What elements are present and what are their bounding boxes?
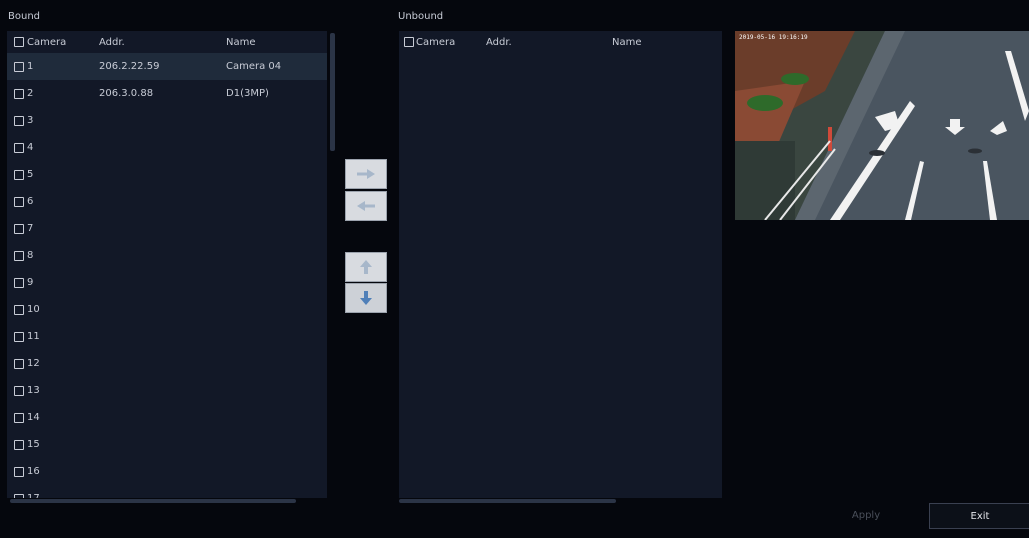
unbound-select-all-checkbox[interactable] [404, 37, 414, 47]
table-row[interactable]: 4 [7, 134, 327, 161]
street-scene-image [735, 31, 1029, 220]
exit-button[interactable]: Exit [929, 503, 1029, 529]
table-row[interactable]: 3 [7, 107, 327, 134]
cell-camera: 15 [27, 439, 40, 450]
table-row[interactable]: 9 [7, 269, 327, 296]
row-checkbox[interactable] [14, 386, 24, 396]
row-checkbox[interactable] [14, 467, 24, 477]
unbound-list[interactable]: Camera Addr. Name [399, 31, 722, 498]
cell-addr: 206.2.22.59 [99, 61, 160, 72]
cell-addr: 206.3.0.88 [99, 88, 154, 99]
table-row[interactable]: 16 [7, 458, 327, 485]
row-checkbox[interactable] [14, 143, 24, 153]
table-row[interactable]: 10 [7, 296, 327, 323]
table-row[interactable]: 11 [7, 323, 327, 350]
cell-name: D1(3MP) [226, 88, 269, 99]
move-to-bound-button[interactable] [345, 191, 387, 221]
row-checkbox[interactable] [14, 413, 24, 423]
table-row[interactable]: 7 [7, 215, 327, 242]
row-checkbox[interactable] [14, 116, 24, 126]
row-checkbox[interactable] [14, 359, 24, 369]
table-row[interactable]: 5 [7, 161, 327, 188]
bound-vertical-scrollbar[interactable] [330, 33, 335, 151]
unbound-header-addr[interactable]: Addr. [486, 37, 512, 48]
unbound-list-header: Camera Addr. Name [399, 31, 722, 53]
cell-camera: 3 [27, 115, 34, 126]
bound-header-name[interactable]: Name [226, 37, 256, 48]
bound-header-camera[interactable]: Camera [27, 37, 66, 48]
cell-camera: 6 [27, 196, 34, 207]
table-row[interactable]: 17 [7, 485, 327, 498]
table-row[interactable]: 14 [7, 404, 327, 431]
row-checkbox[interactable] [14, 251, 24, 261]
cell-camera: 1 [27, 61, 34, 72]
cell-camera: 13 [27, 385, 40, 396]
bound-list-header: Camera Addr. Name [7, 31, 327, 53]
row-checkbox[interactable] [14, 170, 24, 180]
cell-camera: 14 [27, 412, 40, 423]
unbound-header-name[interactable]: Name [612, 37, 642, 48]
table-row[interactable]: 2 206.3.0.88 D1(3MP) [7, 80, 327, 107]
unbound-header-camera[interactable]: Camera [416, 37, 455, 48]
bound-title: Bound [8, 11, 41, 22]
unbound-horizontal-scrollbar[interactable] [399, 499, 616, 503]
arrow-down-icon [360, 291, 372, 305]
cell-camera: 7 [27, 223, 34, 234]
cell-camera: 2 [27, 88, 34, 99]
table-row[interactable]: 1 206.2.22.59 Camera 04 [7, 53, 327, 80]
row-checkbox[interactable] [14, 332, 24, 342]
table-row[interactable]: 6 [7, 188, 327, 215]
cell-camera: 5 [27, 169, 34, 180]
cell-camera: 9 [27, 277, 34, 288]
camera-preview: 2019-05-16 19:16:19 [735, 31, 1029, 220]
apply-button[interactable]: Apply [816, 503, 916, 527]
table-row[interactable]: 12 [7, 350, 327, 377]
cell-camera: 16 [27, 466, 40, 477]
cell-name: Camera 04 [226, 61, 282, 72]
row-checkbox[interactable] [14, 89, 24, 99]
arrow-up-icon [360, 260, 372, 274]
row-checkbox[interactable] [14, 224, 24, 234]
bound-header-addr[interactable]: Addr. [99, 37, 125, 48]
move-to-unbound-button[interactable] [345, 159, 387, 189]
row-checkbox[interactable] [14, 62, 24, 72]
table-row[interactable]: 13 [7, 377, 327, 404]
row-checkbox[interactable] [14, 305, 24, 315]
move-down-button[interactable] [345, 283, 387, 313]
bound-list[interactable]: Camera Addr. Name 1 206.2.22.59 Camera 04 2… [7, 31, 327, 498]
move-up-button[interactable] [345, 252, 387, 282]
bound-select-all-checkbox[interactable] [14, 37, 24, 47]
row-checkbox[interactable] [14, 494, 24, 498]
table-row[interactable]: 8 [7, 242, 327, 269]
cell-camera: 17 [27, 493, 40, 498]
unbound-title: Unbound [398, 11, 444, 22]
cell-camera: 8 [27, 250, 34, 261]
table-row[interactable]: 15 [7, 431, 327, 458]
cell-camera: 4 [27, 142, 34, 153]
cell-camera: 11 [27, 331, 40, 342]
arrow-left-icon [357, 201, 375, 211]
cell-camera: 12 [27, 358, 40, 369]
row-checkbox[interactable] [14, 197, 24, 207]
preview-timestamp: 2019-05-16 19:16:19 [739, 34, 808, 41]
arrow-right-icon [357, 169, 375, 179]
cell-camera: 10 [27, 304, 40, 315]
row-checkbox[interactable] [14, 440, 24, 450]
row-checkbox[interactable] [14, 278, 24, 288]
bound-horizontal-scrollbar[interactable] [10, 499, 296, 503]
